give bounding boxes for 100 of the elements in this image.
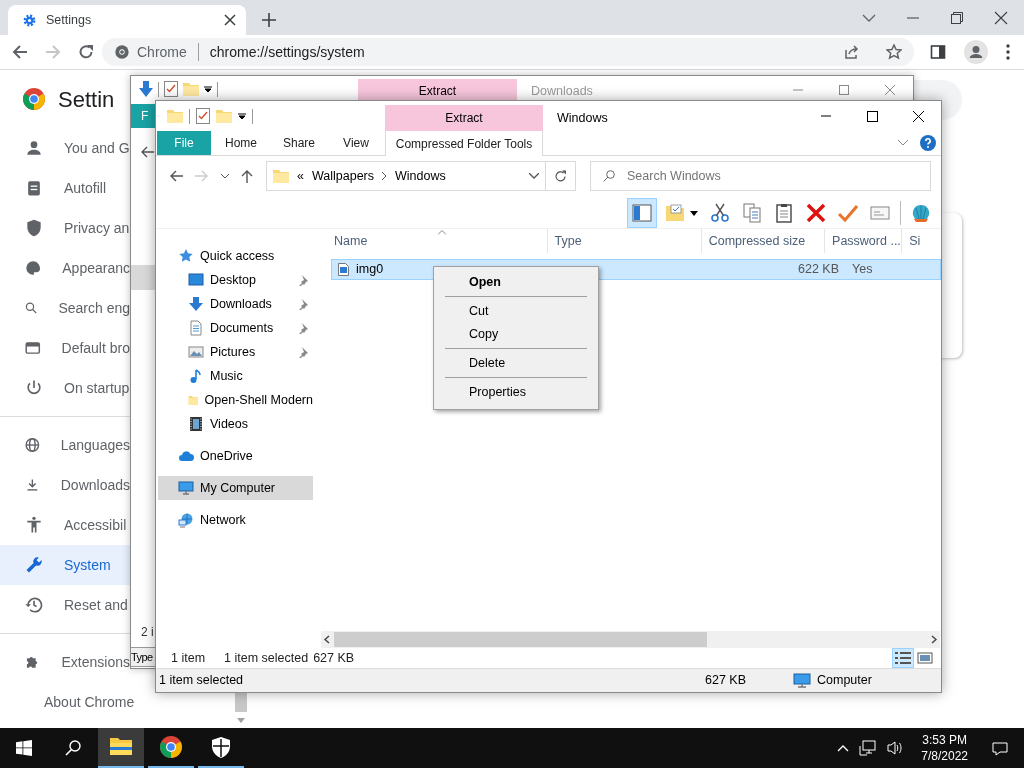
status-text: 2 i — [141, 625, 154, 639]
column-header[interactable]: Type — [554, 231, 582, 251]
sidebar-item[interactable]: Autofill — [0, 168, 130, 208]
chevron-up-icon[interactable] — [837, 744, 850, 752]
back-arrow-icon[interactable] — [140, 145, 154, 158]
address-bar[interactable]: « Wallpapers Windows — [266, 161, 546, 191]
image-file-icon — [338, 263, 349, 276]
nav-item[interactable]: OneDrive — [158, 444, 313, 468]
start-icon[interactable] — [16, 740, 32, 756]
nav-item[interactable]: Open-Shell Modern — [158, 388, 313, 412]
column-header[interactable]: Compressed size — [708, 231, 806, 251]
computer-icon — [178, 480, 194, 496]
document-icon — [188, 320, 204, 336]
volume-icon[interactable] — [887, 740, 904, 756]
horizontal-scrollbar[interactable] — [321, 631, 940, 648]
ribbon-tab[interactable]: Home — [211, 131, 271, 155]
dropdown-caret-icon[interactable] — [204, 85, 212, 93]
menu-item[interactable]: Properties — [437, 381, 595, 404]
profile-avatar-icon[interactable] — [964, 40, 988, 64]
nav-item[interactable]: Network — [158, 508, 313, 532]
chevron-down-icon[interactable] — [898, 140, 908, 146]
close-icon[interactable] — [994, 10, 1008, 25]
close-icon[interactable] — [224, 14, 236, 26]
search-icon[interactable] — [65, 740, 81, 756]
search-input[interactable]: Search Windows — [625, 165, 924, 187]
chevron-down-icon[interactable] — [529, 173, 539, 179]
checklist-icon[interactable] — [196, 108, 210, 124]
ribbon-tab[interactable]: Compressed Folder Tools — [385, 131, 543, 156]
back-arrow-icon[interactable] — [169, 170, 183, 182]
chevron-down-icon[interactable] — [221, 173, 229, 179]
nav-item[interactable]: Pictures — [158, 340, 313, 364]
view-button[interactable] — [892, 648, 914, 668]
pin-icon[interactable] — [297, 346, 309, 358]
column-header[interactable]: Password ... — [832, 231, 901, 251]
sidebar-item[interactable]: Reset and — [0, 585, 130, 625]
close-icon[interactable] — [912, 110, 924, 122]
table-cell: Yes — [852, 262, 873, 277]
ribbon-tab[interactable]: View — [327, 131, 385, 155]
nav-item[interactable]: Music — [158, 364, 313, 388]
browser-tab[interactable]: Settings — [8, 5, 246, 35]
scroll-thumb[interactable] — [334, 632, 707, 647]
pin-icon[interactable] — [297, 274, 309, 286]
sidebar-item[interactable]: You and G — [0, 128, 130, 168]
pin-icon[interactable] — [297, 298, 309, 310]
breadcrumb-overflow[interactable]: « — [297, 166, 304, 186]
menu-item[interactable]: Delete — [437, 352, 595, 375]
sidebar-item[interactable]: Privacy an — [0, 208, 130, 248]
star-icon[interactable] — [886, 44, 902, 60]
refresh-icon[interactable] — [554, 169, 567, 183]
dropdown-caret-icon[interactable] — [238, 112, 246, 120]
sidebar-item[interactable]: Search eng — [0, 288, 130, 328]
sidebar-item[interactable]: Accessibil — [0, 505, 130, 545]
taskbar-app[interactable] — [98, 728, 144, 768]
restore-icon[interactable] — [950, 10, 964, 25]
side-panel-icon[interactable] — [930, 44, 946, 60]
film-icon — [188, 416, 204, 432]
column-header[interactable]: Si — [909, 231, 921, 251]
clock-time[interactable]: 3:53 PM — [922, 731, 967, 748]
plus-icon[interactable] — [262, 13, 276, 27]
breadcrumb[interactable]: Windows — [395, 166, 446, 186]
clock-date[interactable]: 7/8/2022 — [921, 748, 968, 765]
notification-icon[interactable] — [992, 740, 1008, 757]
breadcrumb[interactable]: Wallpapers — [311, 166, 374, 186]
sidebar-item[interactable]: System — [0, 545, 130, 585]
reload-icon[interactable] — [78, 44, 94, 60]
sidebar-item[interactable]: Languages — [0, 425, 130, 465]
share-icon[interactable] — [844, 44, 860, 60]
status-text: 1 item selected — [159, 672, 245, 690]
nav-item[interactable]: Videos — [158, 412, 313, 436]
address-bar[interactable]: Chrome chrome://settings/system — [102, 38, 914, 66]
maximize-icon[interactable] — [866, 110, 878, 122]
nav-item[interactable]: Quick access — [158, 244, 313, 268]
help-icon[interactable] — [920, 135, 936, 151]
nav-item[interactable]: Documents — [158, 316, 313, 340]
ribbon-tab[interactable]: Share — [271, 131, 327, 155]
card-icon — [870, 203, 890, 223]
chrome-icon — [114, 44, 130, 60]
network-icon[interactable] — [859, 740, 878, 756]
nav-item[interactable]: My Computer — [158, 476, 313, 500]
selection-size: 627 KB — [313, 649, 355, 667]
pin-icon[interactable] — [297, 322, 309, 334]
checklist-icon[interactable] — [164, 81, 178, 97]
up-arrow-icon[interactable] — [241, 169, 253, 183]
menu-item[interactable]: Copy — [437, 323, 595, 346]
nav-item[interactable]: Downloads — [158, 292, 313, 316]
sidebar-item[interactable]: Default bro — [0, 328, 130, 368]
sidebar-item[interactable]: Downloads — [0, 465, 130, 505]
toolbar-button[interactable] — [627, 198, 657, 228]
download-arrow-icon[interactable] — [139, 81, 153, 97]
sidebar-item[interactable]: Extensions — [0, 642, 130, 682]
menu-icon[interactable] — [1006, 44, 1010, 60]
nav-item[interactable]: Desktop — [158, 268, 313, 292]
folder-icon — [273, 169, 289, 183]
back-arrow-icon[interactable] — [12, 44, 28, 60]
column-header[interactable]: Name — [334, 231, 368, 251]
search-field[interactable]: Search Windows — [590, 161, 931, 191]
menu-item[interactable]: Cut — [437, 300, 595, 323]
sidebar-item[interactable]: Appearanc — [0, 248, 130, 288]
person-icon — [24, 138, 44, 158]
sidebar-item[interactable]: On startup — [0, 368, 130, 408]
